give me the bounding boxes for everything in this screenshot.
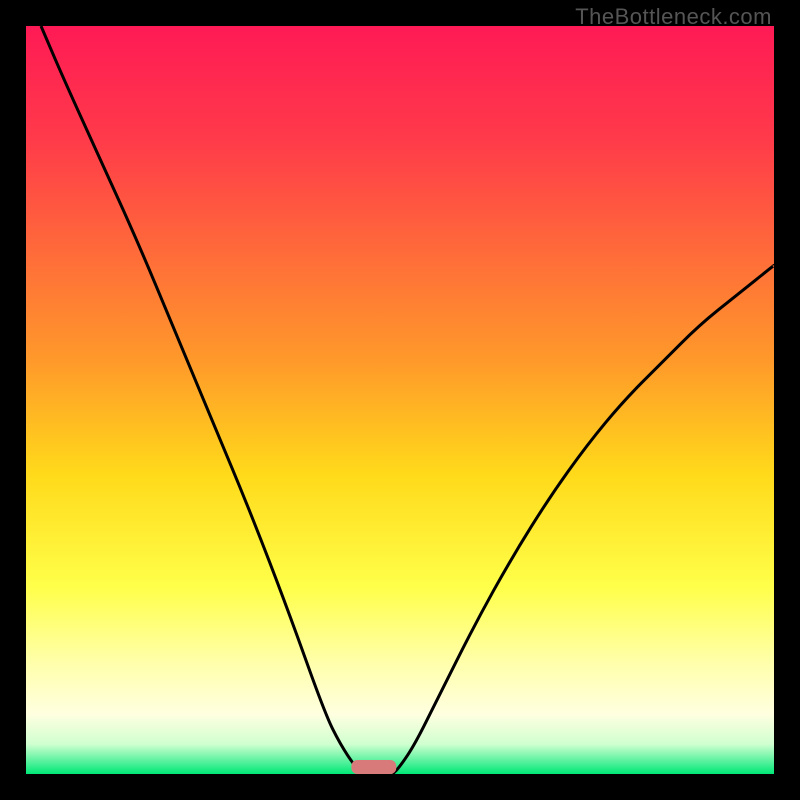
chart-area — [26, 26, 774, 774]
chart-svg — [26, 26, 774, 774]
gradient-background — [26, 26, 774, 774]
bottom-marker — [351, 760, 396, 774]
